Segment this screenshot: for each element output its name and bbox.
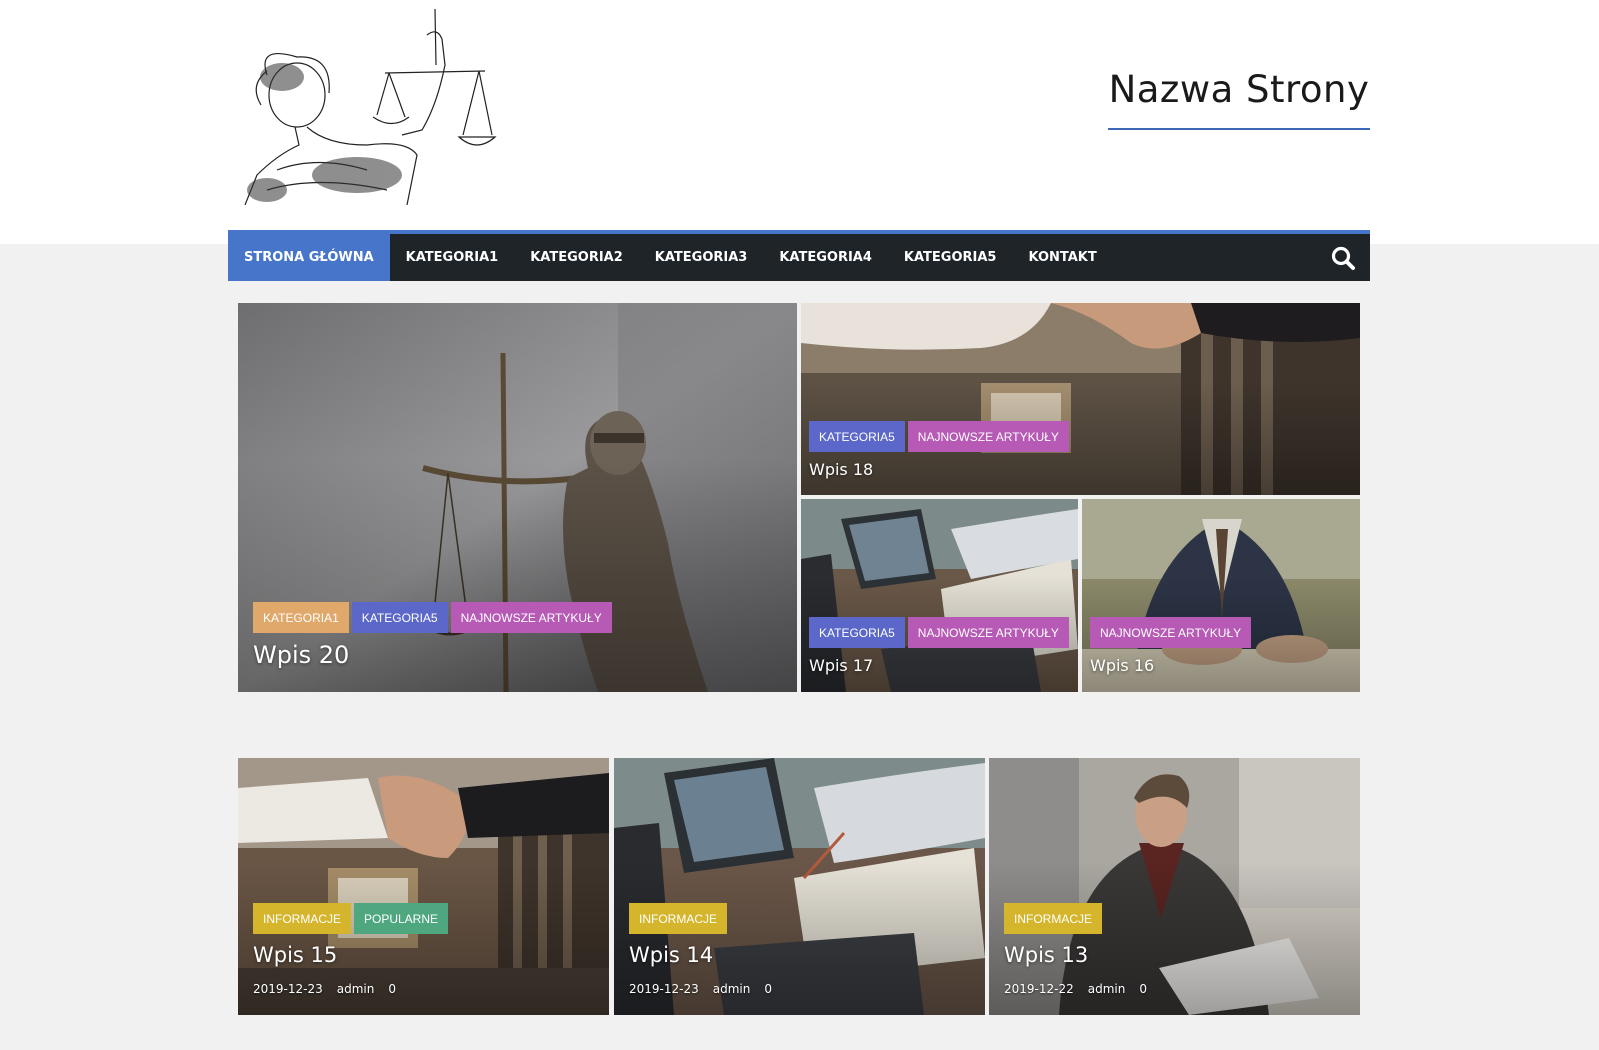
title-underline (1108, 128, 1370, 130)
post-title[interactable]: Wpis 13 (1004, 943, 1088, 967)
nav-item-kontakt[interactable]: KONTAKT (1012, 234, 1112, 281)
post-card[interactable]: INFORMACJE Wpis 14 2019-12-23 admin 0 (614, 758, 985, 1015)
post-comments[interactable]: 0 (1139, 982, 1147, 996)
featured-post-card[interactable]: KATEGORIA1 KATEGORIA5 NAJNOWSZE ARTYKUŁY… (238, 303, 797, 692)
post-author[interactable]: admin (337, 982, 375, 996)
post-date[interactable]: 2019-12-23 (253, 982, 323, 996)
site-logo[interactable] (237, 5, 507, 206)
tag-informacje[interactable]: INFORMACJE (1004, 903, 1102, 934)
post-card[interactable]: INFORMACJE Wpis 13 2019-12-22 admin 0 (989, 758, 1360, 1015)
nav-item-kategoria1[interactable]: KATEGORIA1 (390, 234, 515, 281)
tag-kategoria5[interactable]: KATEGORIA5 (809, 421, 905, 452)
post-comments[interactable]: 0 (388, 982, 396, 996)
featured-post-card[interactable]: KATEGORIA5 NAJNOWSZE ARTYKUŁY Wpis 18 (801, 303, 1360, 495)
site-title[interactable]: Nazwa Strony (1108, 68, 1370, 111)
post-title[interactable]: Wpis 17 (809, 656, 873, 675)
post-title[interactable]: Wpis 16 (1090, 656, 1154, 675)
search-button[interactable] (1316, 234, 1370, 281)
search-icon (1331, 246, 1355, 270)
post-date[interactable]: 2019-12-22 (1004, 982, 1074, 996)
post-title[interactable]: Wpis 15 (253, 943, 337, 967)
tag-najnowsze-artykuly[interactable]: NAJNOWSZE ARTYKUŁY (907, 617, 1069, 648)
featured-post-card[interactable]: NAJNOWSZE ARTYKUŁY Wpis 16 (1082, 499, 1360, 692)
tag-informacje[interactable]: INFORMACJE (629, 903, 727, 934)
post-title[interactable]: Wpis 14 (629, 943, 713, 967)
nav-item-strona-glowna[interactable]: STRONA GŁÓWNA (228, 234, 390, 281)
post-card[interactable]: INFORMACJE POPULARNE Wpis 15 2019-12-23 … (238, 758, 609, 1015)
post-comments[interactable]: 0 (764, 982, 772, 996)
post-author[interactable]: admin (1088, 982, 1126, 996)
post-title[interactable]: Wpis 20 (253, 641, 349, 669)
main-navigation: STRONA GŁÓWNA KATEGORIA1 KATEGORIA2 KATE… (228, 230, 1370, 281)
post-date[interactable]: 2019-12-23 (629, 982, 699, 996)
nav-item-kategoria2[interactable]: KATEGORIA2 (514, 234, 639, 281)
nav-item-kategoria4[interactable]: KATEGORIA4 (763, 234, 888, 281)
tag-najnowsze-artykuly[interactable]: NAJNOWSZE ARTYKUŁY (1090, 617, 1252, 648)
tag-najnowsze-artykuly[interactable]: NAJNOWSZE ARTYKUŁY (907, 421, 1069, 452)
nav-item-kategoria5[interactable]: KATEGORIA5 (888, 234, 1013, 281)
tag-kategoria1[interactable]: KATEGORIA1 (253, 602, 349, 633)
post-author[interactable]: admin (713, 982, 751, 996)
post-title[interactable]: Wpis 18 (809, 460, 873, 479)
tag-kategoria5[interactable]: KATEGORIA5 (809, 617, 905, 648)
nav-item-kategoria3[interactable]: KATEGORIA3 (639, 234, 764, 281)
tag-kategoria5[interactable]: KATEGORIA5 (351, 602, 448, 633)
tag-informacje[interactable]: INFORMACJE (253, 903, 351, 934)
tag-popularne[interactable]: POPULARNE (354, 903, 449, 934)
tag-najnowsze-artykuly[interactable]: NAJNOWSZE ARTYKUŁY (450, 602, 612, 633)
featured-post-card[interactable]: KATEGORIA5 NAJNOWSZE ARTYKUŁY Wpis 17 (801, 499, 1078, 692)
